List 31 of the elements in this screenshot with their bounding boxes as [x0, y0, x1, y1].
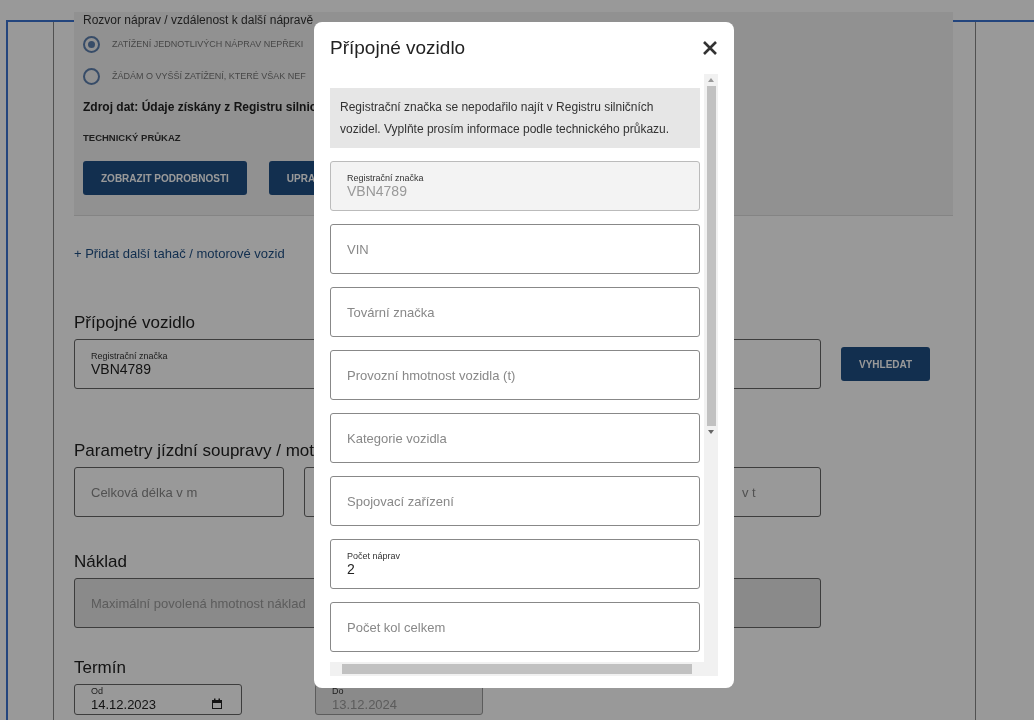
input-field[interactable]: Počet náprav 2 — [330, 539, 700, 589]
action-button[interactable]: ZOBRAZIT PODROBNOSTI — [83, 161, 247, 195]
input-field[interactable]: Celková délka v m — [74, 467, 284, 517]
section-heading: Náklad — [74, 552, 127, 572]
section-heading: Termín — [74, 658, 126, 678]
axle-spacing-text: Rozvor náprav / vzdálenost k další nápravě — [83, 12, 314, 28]
notice-message: Registrační značka se nepodařilo najít v Registru silničních vozidel. Vyplňte prosím informace podle technického průkazu. — [330, 88, 700, 148]
action-button[interactable]: UPRA — [268, 161, 317, 195]
radio-button[interactable] — [83, 35, 100, 53]
input-field[interactable]: Tovární značka — [330, 287, 700, 337]
radio-button[interactable] — [83, 67, 100, 85]
close-icon[interactable] — [702, 40, 718, 56]
input-field[interactable]: VIN — [330, 224, 700, 274]
date-field[interactable]: Od 14.12.2023 — [74, 684, 242, 715]
calendar-icon[interactable] — [211, 698, 223, 710]
horizontal-scrollbar[interactable] — [330, 662, 718, 676]
scroll-down-icon[interactable] — [708, 430, 714, 434]
vertical-scrollbar[interactable] — [704, 74, 718, 662]
option-label: ŽÁDÁM O VYŠŠÍ ZATÍŽENÍ, KTERÉ VŠAK NEF — [112, 71, 306, 81]
section-label: TECHNICKÝ PRŮKAZ — [83, 132, 181, 143]
input-field[interactable]: Kategorie vozidla — [330, 413, 700, 463]
add-vehicle-link[interactable]: + Přidat další tahač / motorové vozid — [74, 246, 285, 261]
section-heading: Parametry jízdní soupravy / mot — [74, 441, 314, 461]
input-field[interactable]: Počet kol celkem — [330, 602, 700, 652]
search-button[interactable]: VYHLEDAT — [841, 347, 931, 381]
dialog-title: Přípojné vozidlo — [330, 37, 466, 59]
option-label: ZATÍŽENÍ JEDNOTLIVÝCH NÁPRAV NEPŘEKI — [112, 39, 304, 49]
input-field[interactable]: Spojovací zařízení — [330, 476, 700, 526]
scroll-up-icon[interactable] — [708, 78, 714, 82]
input-field[interactable]: Provozní hmotnost vozidla (t) — [330, 350, 700, 400]
section-heading: Přípojné vozidlo — [74, 313, 195, 333]
